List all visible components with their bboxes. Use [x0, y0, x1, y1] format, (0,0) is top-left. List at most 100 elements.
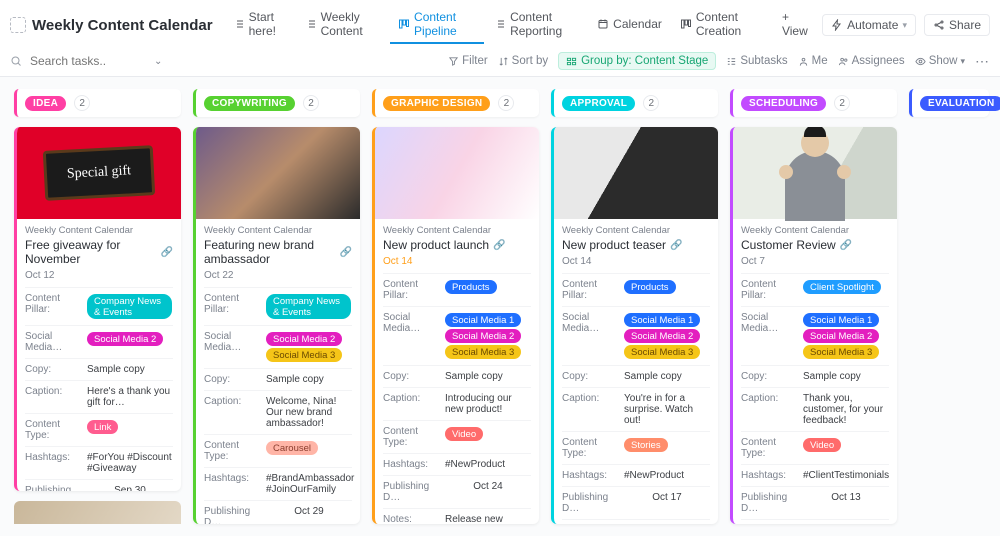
sort-button[interactable]: Sort by	[498, 55, 548, 67]
board-icon	[680, 18, 692, 30]
lbl-copy: Copy:	[25, 364, 83, 375]
count-badge: 2	[303, 95, 319, 111]
copy-value: Sample copy	[87, 364, 173, 375]
card-meta: Weekly Content Calendar Customer Review 🔗…	[733, 219, 897, 524]
lbl-social: Social Media…	[204, 331, 262, 353]
card-cover	[196, 127, 360, 219]
assignees-label: Assignees	[852, 55, 905, 67]
task-card[interactable]: Weekly Content CalendarNew product launc…	[372, 127, 539, 524]
card-title: Customer Review 🔗	[741, 238, 889, 252]
lbl-caption: Caption:	[204, 396, 262, 407]
card-date: Oct 22	[204, 270, 352, 281]
card-cover	[554, 127, 718, 219]
hashtags-value: #BrandAmbassador #JoinOurFamily	[266, 473, 354, 495]
lbl-social: Social Media…	[562, 312, 620, 334]
share-label: Share	[949, 18, 981, 32]
task-card[interactable]: Special giftWeekly Content CalendarFree …	[14, 127, 181, 491]
lbl-social: Social Media…	[25, 331, 83, 353]
card-meta: Weekly Content CalendarFeaturing new bra…	[196, 219, 360, 524]
attachment-icon: 🔗	[670, 240, 682, 251]
ctype-tag: Stories	[624, 438, 668, 452]
search-input[interactable]	[28, 53, 108, 69]
notes-value: Release new product on social media.	[445, 514, 531, 524]
tab-calendar[interactable]: Calendar	[589, 6, 670, 44]
tab--view[interactable]: + View	[770, 6, 816, 44]
chevron-down-icon[interactable]: ⌄	[154, 56, 162, 67]
caption-value: You're in for a surprise. Watch out!	[624, 393, 710, 426]
lbl-caption: Caption:	[562, 393, 620, 404]
pillar-tag: Company News & Events	[266, 294, 351, 319]
list-icon	[494, 18, 506, 30]
lbl-hash: Hashtags:	[383, 459, 441, 470]
peek-card[interactable]	[14, 501, 181, 524]
assignees-button[interactable]: Assignees	[838, 55, 905, 67]
attachment-icon: 🔗	[161, 247, 173, 258]
social-tag: Social Media 2	[445, 329, 521, 343]
caption-value: Welcome, Nina! Our new brand ambassador!	[266, 396, 352, 429]
lbl-pillar: Content Pillar:	[562, 279, 620, 301]
social-tag: Social Media 3	[445, 345, 521, 359]
pub-value: Oct 24	[445, 481, 531, 492]
show-button[interactable]: Show ▾	[915, 55, 965, 67]
app-logo-icon	[10, 17, 26, 33]
tab-label: Weekly Content	[321, 10, 380, 38]
copy-value: Sample copy	[803, 371, 889, 382]
subtasks-button[interactable]: Subtasks	[726, 55, 787, 67]
share-button[interactable]: Share	[924, 14, 990, 36]
column-header[interactable]: EVALUATION0	[909, 89, 989, 117]
column-header[interactable]: GRAPHIC DESIGN2	[372, 89, 539, 117]
pub-value: Sep 30	[87, 485, 173, 491]
tab-content-reporting[interactable]: Content Reporting	[486, 6, 587, 44]
group-by-label: Group by: Content Stage	[581, 55, 708, 67]
count-badge: 2	[498, 95, 514, 111]
column-header[interactable]: IDEA2	[14, 89, 181, 117]
tab-content-pipeline[interactable]: Content Pipeline	[390, 6, 484, 44]
filter-button[interactable]: Filter	[448, 55, 488, 67]
hashtags-value: #NewProduct	[445, 459, 531, 470]
share-icon	[933, 19, 945, 31]
lbl-pillar: Content Pillar:	[204, 293, 262, 315]
tab-label: Content Reporting	[510, 10, 579, 38]
lbl-hash: Hashtags:	[25, 452, 83, 463]
social-tag: Social Media 2	[87, 332, 163, 346]
bolt-icon	[831, 19, 843, 31]
board-icon	[398, 18, 410, 30]
subtasks-label: Subtasks	[740, 55, 787, 67]
lbl-caption: Caption:	[741, 393, 799, 404]
column-header[interactable]: COPYWRITING2	[193, 89, 360, 117]
task-card[interactable]: Weekly Content CalendarNew product tease…	[551, 127, 718, 524]
calendar-icon	[597, 18, 609, 30]
task-card[interactable]: Weekly Content Calendar Customer Review 🔗…	[730, 127, 897, 524]
column-header[interactable]: SCHEDULING2	[730, 89, 897, 117]
card-date: Oct 14	[562, 256, 710, 267]
automate-button[interactable]: Automate ▾	[822, 14, 916, 36]
task-card[interactable]: Weekly Content CalendarFeaturing new bra…	[193, 127, 360, 524]
breadcrumb: Weekly Content Calendar	[741, 225, 889, 236]
social-tag: Social Media 1	[624, 313, 700, 327]
search-wrap[interactable]: ⌄	[10, 53, 162, 69]
card-cover: Special gift	[17, 127, 181, 219]
more-menu-button[interactable]: ⋯	[975, 53, 990, 70]
tab-weekly-content[interactable]: Weekly Content	[297, 6, 388, 44]
card-title: Free giveaway for November 🔗	[25, 238, 173, 266]
tab-content-creation[interactable]: Content Creation	[672, 6, 768, 44]
count-badge: 2	[834, 95, 850, 111]
tab-label: Content Creation	[696, 10, 760, 38]
list-icon	[305, 18, 317, 30]
me-button[interactable]: Me	[798, 55, 828, 67]
ctype-tag: Carousel	[266, 441, 318, 455]
lbl-ctype: Content Type:	[383, 426, 441, 448]
tab-start-here-[interactable]: Start here!	[225, 6, 295, 44]
lbl-ctype: Content Type:	[562, 437, 620, 459]
card-date: Oct 7	[741, 256, 889, 267]
group-by-pill[interactable]: Group by: Content Stage	[558, 52, 716, 70]
pub-value: Oct 29	[266, 506, 352, 517]
chevron-down-icon: ▾	[902, 20, 907, 31]
hashtags-value: #ClientTestimonials	[803, 470, 889, 481]
tab-label: Content Pipeline	[414, 10, 476, 38]
app-title-text: Weekly Content Calendar	[32, 17, 213, 34]
column-header[interactable]: APPROVAL2	[551, 89, 718, 117]
pillar-tag: Products	[445, 280, 497, 294]
pillar-tag: Products	[624, 280, 676, 294]
column-evaluation: EVALUATION0	[909, 89, 989, 524]
